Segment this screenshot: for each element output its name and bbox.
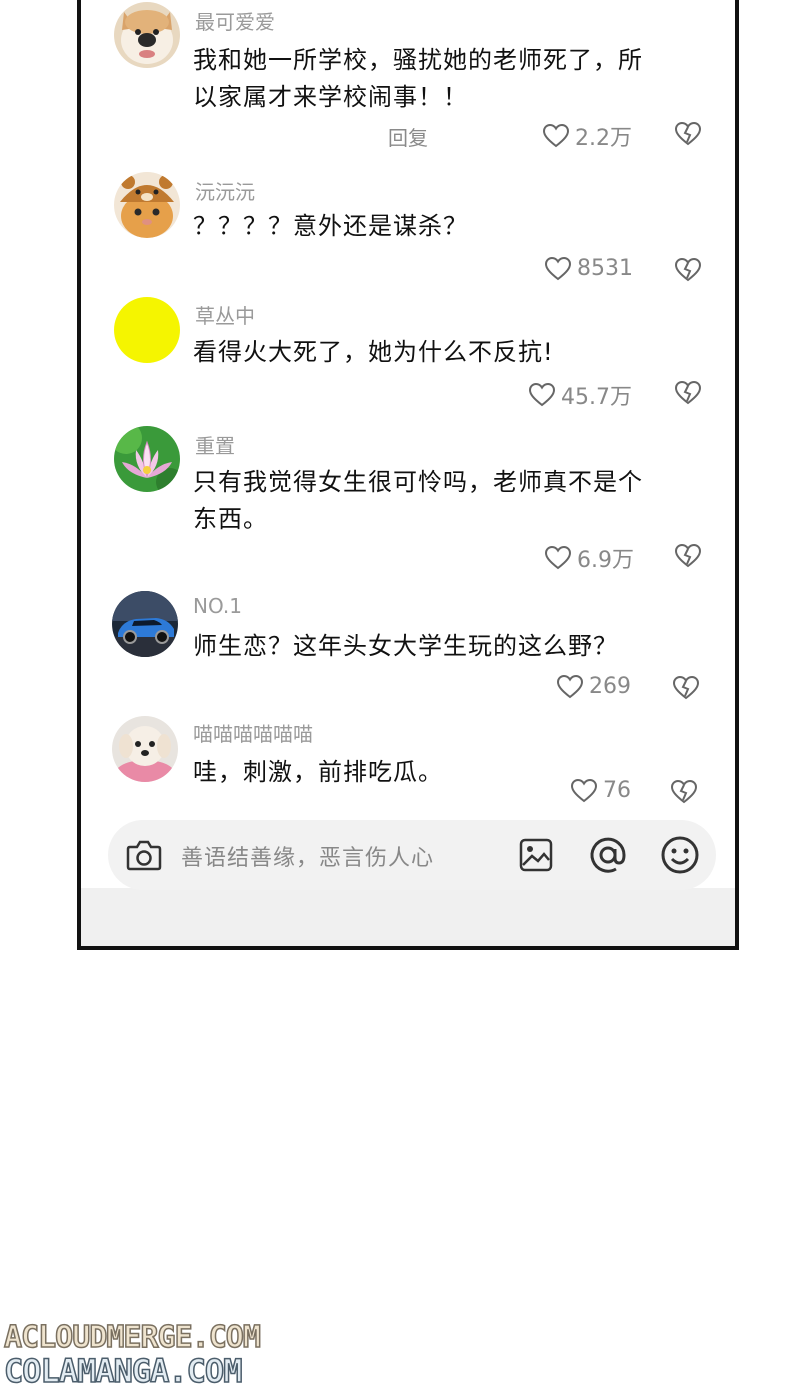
like-button[interactable]: 6.9万 <box>545 542 634 574</box>
camera-icon[interactable] <box>126 838 162 876</box>
comment-username[interactable]: 重置 <box>195 430 235 459</box>
comment-text-line: 只有我觉得女生很可怜吗，老师真不是个 <box>193 468 643 496</box>
comment-panel: 最可爱爱 我和她一所学校，骚扰她的老师死了，所 以家属才来学校闹事！！ 回复 2… <box>77 0 739 950</box>
like-button[interactable]: 8531 <box>545 256 633 281</box>
like-button[interactable]: 45.7万 <box>529 379 632 411</box>
heart-icon <box>557 674 583 699</box>
yellow-circle-avatar[interactable] <box>114 297 180 363</box>
like-count: 45.7万 <box>561 385 632 410</box>
watermark-text: ACLOUDMERGE.COM <box>3 1319 261 1356</box>
like-count: 269 <box>589 674 631 699</box>
heart-icon <box>545 256 571 281</box>
heart-icon <box>543 124 569 148</box>
watermark-text: COLAMANGA.COM <box>3 1351 243 1391</box>
broken-heart-icon[interactable] <box>675 258 701 284</box>
cat-bear-hat-avatar[interactable] <box>114 172 180 238</box>
comment-username[interactable]: NO.1 <box>193 594 242 618</box>
puppy-avatar[interactable] <box>112 716 178 782</box>
comment-username[interactable]: 沅沅沅 <box>195 176 255 205</box>
like-count: 8531 <box>577 256 633 281</box>
comment-text: 看得火大死了，她为什么不反抗! <box>193 334 693 371</box>
comment-text-line: 看得火大死了，她为什么不反抗! <box>193 338 554 366</box>
lotus-avatar[interactable] <box>114 426 180 492</box>
image-icon[interactable] <box>518 837 554 877</box>
comment-text: ？？？？意外还是谋杀？ <box>193 208 693 245</box>
broken-heart-icon[interactable] <box>675 122 701 148</box>
like-button[interactable]: 76 <box>571 778 631 803</box>
like-button[interactable]: 269 <box>557 674 631 699</box>
broken-heart-icon[interactable] <box>673 676 699 702</box>
like-button[interactable]: 2.2万 <box>543 120 632 152</box>
like-count: 76 <box>603 778 631 803</box>
comment-text-line: 以家属才来学校闹事！！ <box>193 83 468 111</box>
comment-text-line: ？？？？意外还是谋杀？ <box>193 212 468 240</box>
heart-icon <box>571 778 597 803</box>
comment-username[interactable]: 草丛中 <box>195 300 255 329</box>
sports-car-avatar[interactable] <box>112 591 178 657</box>
emoji-icon[interactable] <box>660 835 700 879</box>
dog-avatar[interactable] <box>114 2 180 68</box>
comment-text-line: 我和她一所学校，骚扰她的老师死了，所 <box>193 46 643 74</box>
heart-icon <box>529 383 555 407</box>
comment-input-bar[interactable]: 善语结善缘，恶言伤人心 <box>108 820 716 890</box>
comment-text-line: 东西。 <box>193 505 268 533</box>
broken-heart-icon[interactable] <box>671 780 697 806</box>
comment-username[interactable]: 喵喵喵喵喵喵 <box>193 718 313 747</box>
like-count: 2.2万 <box>575 126 632 151</box>
broken-heart-icon[interactable] <box>675 544 701 570</box>
mention-icon[interactable] <box>588 835 628 879</box>
reply-button[interactable]: 回复 <box>388 122 428 151</box>
heart-icon <box>545 546 571 570</box>
comment-text-line: 师生恋？这年头女大学生玩的这么野？ <box>193 632 618 660</box>
bottom-area <box>81 888 735 946</box>
comment-input-placeholder[interactable]: 善语结善缘，恶言伤人心 <box>181 840 434 872</box>
comment-text: 只有我觉得女生很可怜吗，老师真不是个 东西。 <box>193 464 693 538</box>
comment-text: 师生恋？这年头女大学生玩的这么野？ <box>193 628 693 665</box>
comment-text: 我和她一所学校，骚扰她的老师死了，所 以家属才来学校闹事！！ <box>193 42 693 116</box>
broken-heart-icon[interactable] <box>675 381 701 407</box>
like-count: 6.9万 <box>577 548 634 573</box>
comment-username[interactable]: 最可爱爱 <box>195 6 275 35</box>
